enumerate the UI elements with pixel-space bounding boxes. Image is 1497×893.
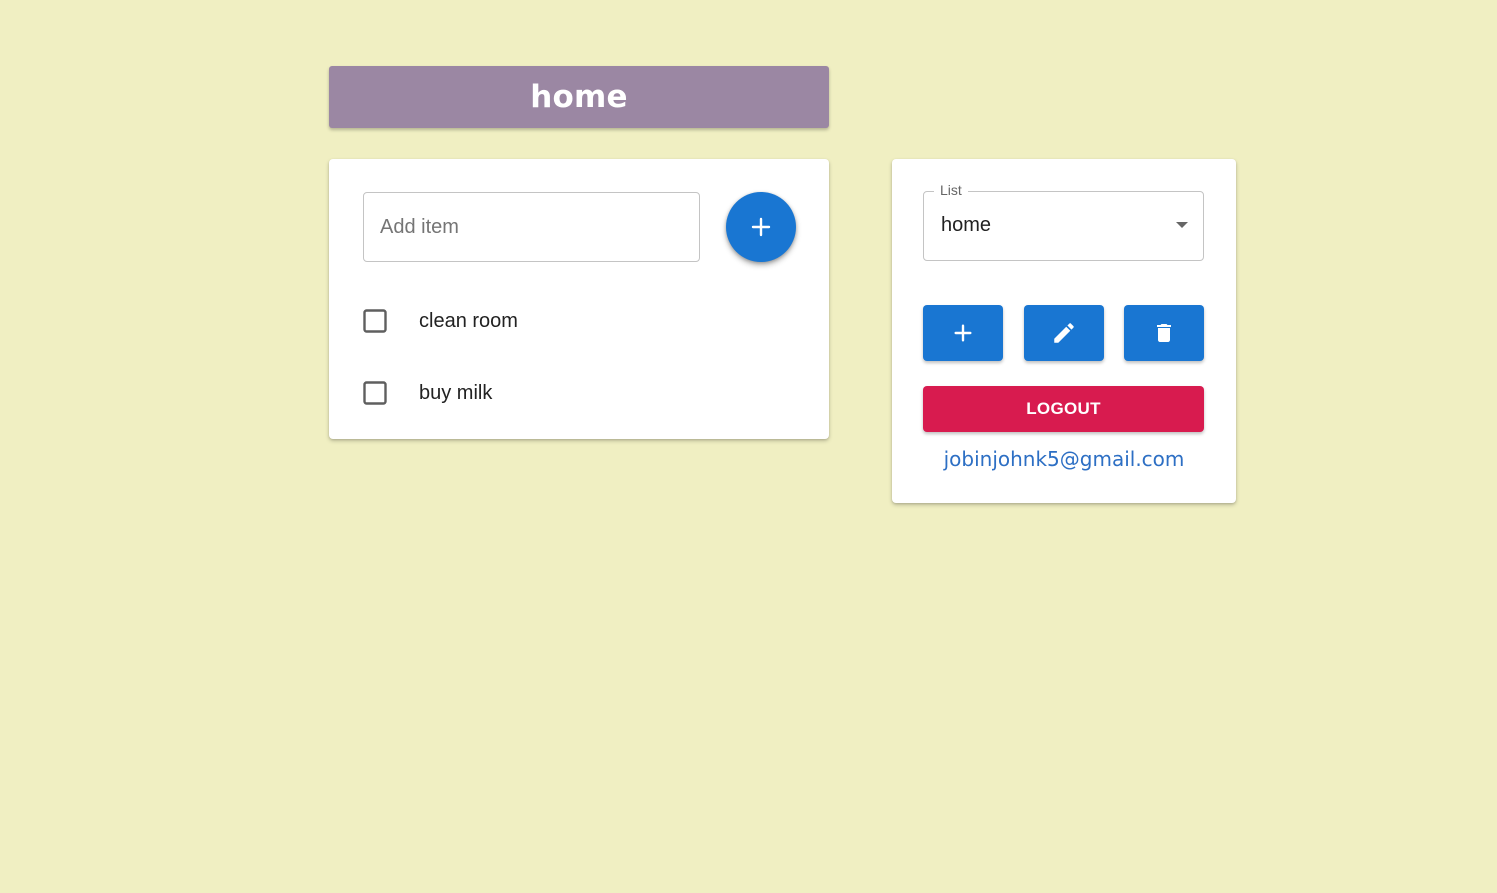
todo-checkbox[interactable] <box>363 309 387 333</box>
todo-card: clean room buy milk <box>329 159 829 439</box>
list-select-value: home <box>941 214 992 236</box>
checkbox-unchecked-icon <box>363 381 387 405</box>
caret-down-icon <box>1176 222 1188 228</box>
todo-item-label: clean room <box>419 309 518 332</box>
add-item-input[interactable] <box>363 192 700 262</box>
todo-item-label: buy milk <box>419 381 493 404</box>
todo-item: buy milk <box>363 373 492 413</box>
list-title-bar: home <box>329 66 829 128</box>
checkbox-unchecked-icon <box>363 309 387 333</box>
list-title: home <box>530 79 628 115</box>
plus-icon <box>954 324 972 342</box>
add-list-button[interactable] <box>923 305 1003 361</box>
user-email-link[interactable]: jobinjohnk5@gmail.com <box>892 447 1236 471</box>
list-controls-card: List home LOGOUT jobinjohnk5@gmail.com <box>892 159 1236 503</box>
edit-list-button[interactable] <box>1024 305 1104 361</box>
delete-list-button[interactable] <box>1124 305 1204 361</box>
pencil-icon <box>1054 323 1074 343</box>
list-select[interactable]: List home <box>923 182 1204 261</box>
trash-icon <box>1157 324 1171 342</box>
list-select-label: List <box>934 182 968 198</box>
add-item-button[interactable] <box>726 192 796 262</box>
todo-item: clean room <box>363 301 518 341</box>
logout-button[interactable]: LOGOUT <box>923 386 1204 432</box>
plus-icon <box>751 217 771 237</box>
todo-checkbox[interactable] <box>363 381 387 405</box>
